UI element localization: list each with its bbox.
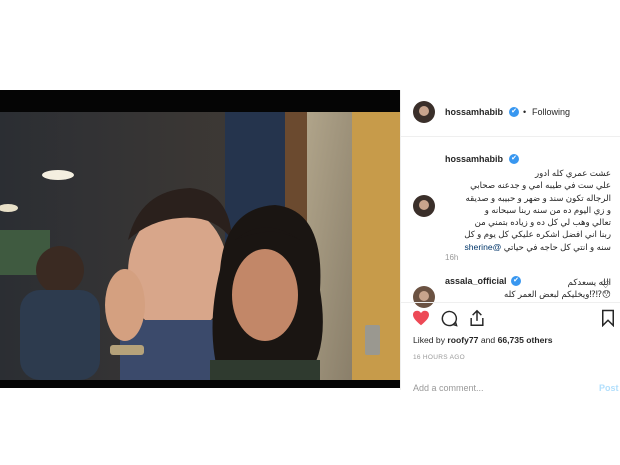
caption-age: 16h xyxy=(445,253,459,262)
caption-line: علي ست في طيبه امي و جدعنه صحابي xyxy=(470,180,611,191)
likes-summary: Liked by roofy77 and 66,735 others xyxy=(413,335,553,345)
comment-like-icon[interactable]: ♡ xyxy=(601,280,610,291)
caption-verified-icon: ✔ xyxy=(509,154,519,164)
likes-user[interactable]: roofy77 xyxy=(447,335,478,345)
following-button[interactable]: Following xyxy=(532,107,570,117)
heart-icon[interactable] xyxy=(412,310,430,326)
photo-image xyxy=(0,90,400,388)
caption-line: الرجاله تكون سند و ضهر و حبيبه و صديقه xyxy=(465,192,611,203)
separator-dot: • xyxy=(523,107,527,117)
header-username[interactable]: hossamhabib xyxy=(445,107,503,117)
caption-last-text: سنه و انتي كل حاجه في حياتي xyxy=(503,241,611,252)
comment-username[interactable]: assala_official xyxy=(445,276,507,286)
post-comment-button[interactable]: Post xyxy=(599,383,619,393)
post-timestamp[interactable]: 16 HOURS AGO xyxy=(413,354,465,361)
caption-avatar-icon[interactable] xyxy=(413,195,435,217)
comment-icon[interactable] xyxy=(441,310,458,327)
comment-line-1: الله يسعدكم xyxy=(567,277,611,287)
likes-and: and xyxy=(480,335,496,345)
caption-line: ربنا اني افضل اشكره عليكي كل يوم و كل xyxy=(464,229,611,240)
post-details-panel: hossamhabib ✔ • Following hossamhabib ✔ … xyxy=(400,90,620,393)
post-header: hossamhabib ✔ • Following xyxy=(401,90,620,137)
caption-line: عشت عمري كله ادور xyxy=(534,168,611,178)
caption-username[interactable]: hossamhabib xyxy=(445,154,503,164)
verified-icon: ✔ xyxy=(509,107,519,117)
share-icon[interactable] xyxy=(469,309,485,327)
bookmark-icon[interactable] xyxy=(601,309,615,327)
caption-text: عشت عمري كله ادور علي ست في طيبه امي و ج… xyxy=(436,167,611,253)
instagram-post-modal: hossamhabib ✔ • Following hossamhabib ✔ … xyxy=(0,0,620,465)
post-photo[interactable] xyxy=(0,90,400,388)
likes-count[interactable]: 66,735 others xyxy=(498,335,553,345)
mention-link[interactable]: @sherine xyxy=(464,242,501,252)
add-comment-input[interactable]: Add a comment... xyxy=(413,383,484,393)
caption-line: تعالي وهب لي كل ده و زياده بتمني من xyxy=(474,217,611,228)
caption-line: و زي اليوم ده من سنه ربنا سبحانه و xyxy=(484,204,611,215)
caption-line-last: سنه و انتي كل حاجه في حياتي @sherine xyxy=(436,241,611,253)
post-actions: Liked by roofy77 and 66,735 others 16 HO… xyxy=(401,302,620,393)
comment-line-2: 😯⁉⁉ويخليكم لبعض العمر كله xyxy=(503,289,611,299)
avatar-icon[interactable] xyxy=(413,101,435,123)
likes-prefix: Liked by xyxy=(413,335,446,345)
